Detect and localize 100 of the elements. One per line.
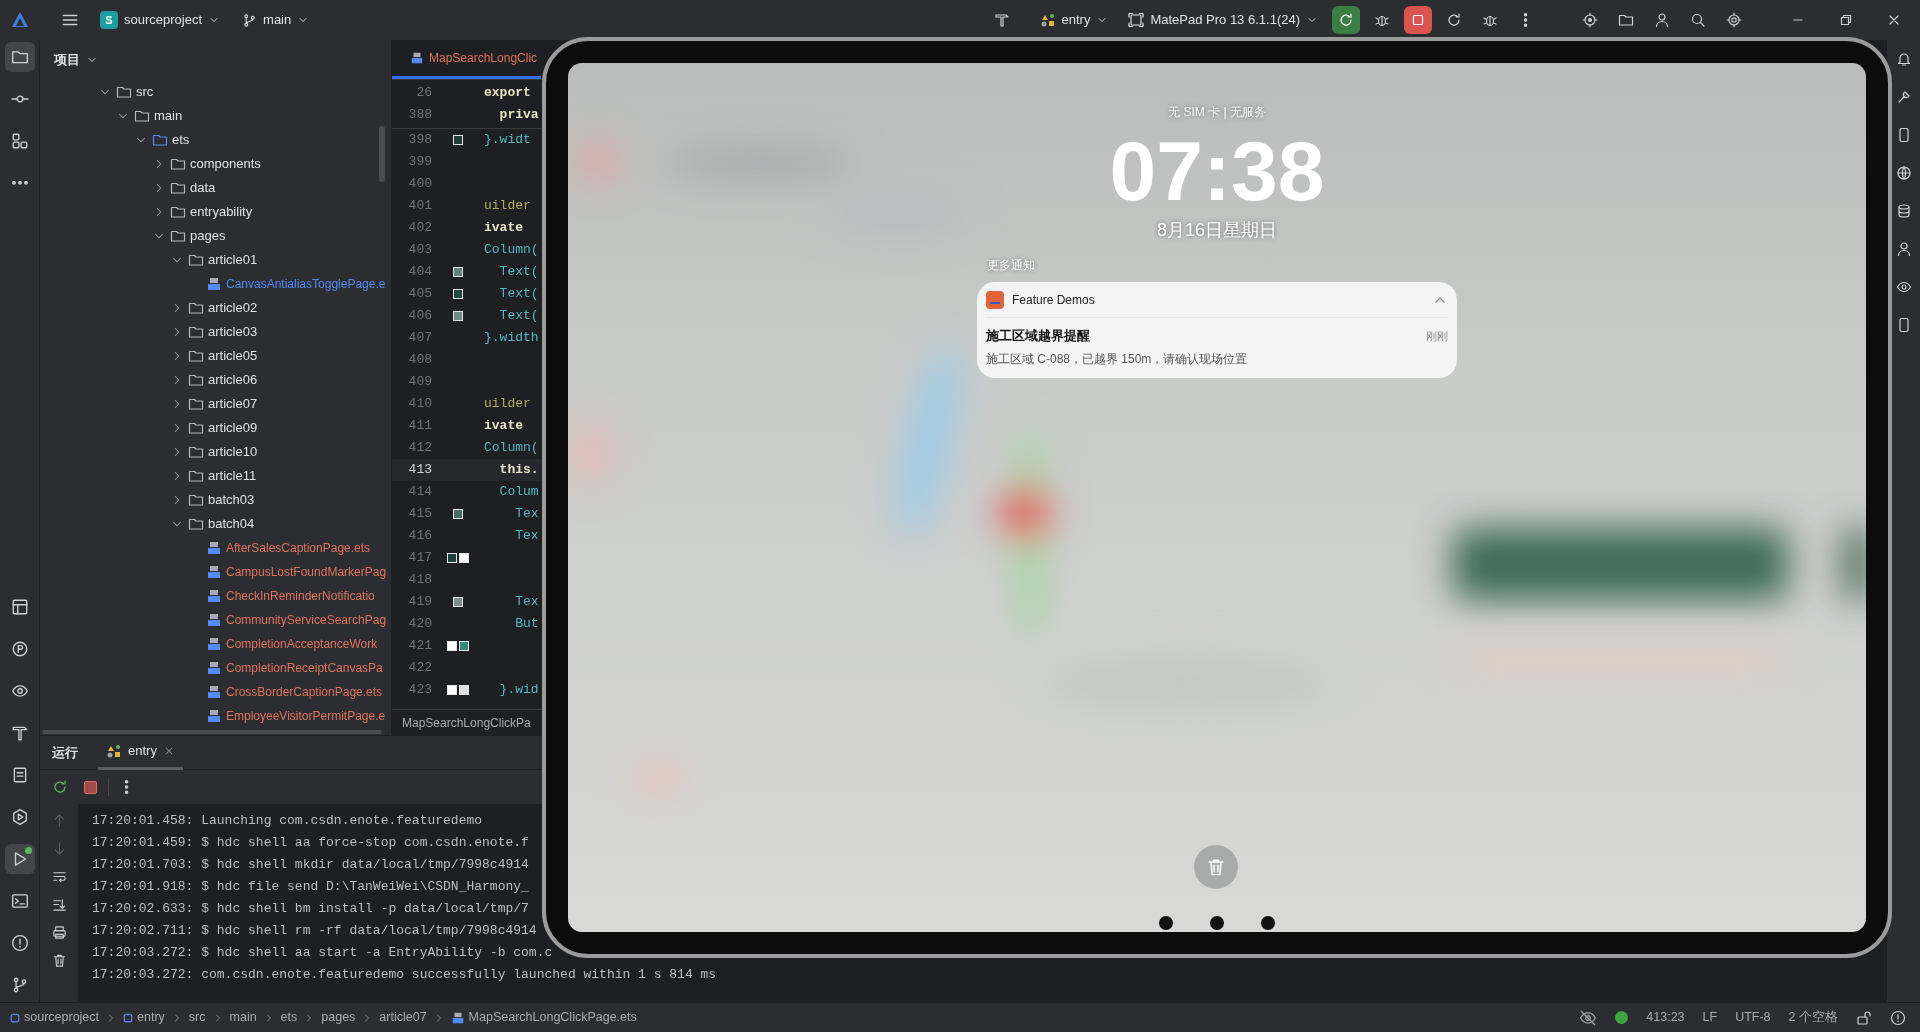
person-icon[interactable] bbox=[1895, 241, 1912, 257]
code-line: export bbox=[484, 84, 531, 103]
project-view-dropdown[interactable]: 项目 bbox=[54, 50, 98, 70]
breadcrumb-item[interactable]: article07 bbox=[379, 1008, 427, 1027]
more-icon[interactable] bbox=[125, 779, 129, 795]
database-icon[interactable] bbox=[1895, 203, 1912, 219]
eye-icon[interactable] bbox=[1895, 279, 1912, 295]
scrollbar[interactable] bbox=[379, 126, 385, 182]
more-icon[interactable] bbox=[1524, 12, 1528, 28]
tree-item[interactable]: pages bbox=[40, 224, 391, 248]
breadcrumb-item[interactable]: MapSearchLongClickPa bbox=[402, 713, 531, 732]
line-number: 413 bbox=[407, 461, 432, 480]
project-dropdown[interactable]: S sourceproject bbox=[94, 6, 227, 34]
tree-item[interactable]: main bbox=[40, 104, 391, 128]
project-badge: S bbox=[100, 11, 118, 29]
hammer-icon[interactable] bbox=[993, 12, 1010, 28]
console-line: 17:20:01.918: $ hdc file send D:\TanWeiWei\CSDN_Harmony_ bbox=[92, 878, 530, 896]
run-config-dropdown[interactable]: entry bbox=[1033, 6, 1115, 34]
trash-icon[interactable] bbox=[51, 952, 67, 968]
cursor-position[interactable]: 413:23 bbox=[1646, 1008, 1685, 1027]
entry-icon bbox=[106, 743, 122, 759]
editor-tab[interactable]: MapSearchLongClic bbox=[392, 39, 542, 79]
lock-icon[interactable] bbox=[1856, 1009, 1872, 1026]
line-ending[interactable]: LF bbox=[1702, 1008, 1718, 1027]
bell-icon[interactable] bbox=[1895, 51, 1912, 67]
tree-item[interactable]: CanvasAntialiasTogglePage.e bbox=[40, 272, 391, 296]
tree-item[interactable]: CampusLostFoundMarkerPag bbox=[40, 560, 391, 584]
lock-clock: 07:38 bbox=[1109, 129, 1325, 213]
tree-item[interactable]: CrossBorderCaptionPage.ets bbox=[40, 680, 391, 704]
tree-item[interactable]: article09 bbox=[40, 416, 391, 440]
breadcrumb-item[interactable]: main bbox=[229, 1008, 257, 1027]
tree-item[interactable]: CommunityServiceSearchPag bbox=[40, 608, 391, 632]
rerun-button[interactable] bbox=[1332, 6, 1360, 34]
search-icon[interactable] bbox=[1690, 12, 1706, 28]
stop-button[interactable] bbox=[1404, 6, 1432, 34]
tree-item[interactable]: data bbox=[40, 176, 391, 200]
tree-item[interactable]: article11 bbox=[40, 464, 391, 488]
line-number: 410 bbox=[407, 395, 432, 414]
tree-item[interactable]: article07 bbox=[40, 392, 391, 416]
branch-dropdown[interactable]: main bbox=[236, 6, 316, 34]
folder-icon bbox=[188, 468, 204, 484]
folder-icon bbox=[170, 204, 186, 220]
settings-icon[interactable] bbox=[1726, 12, 1742, 28]
tree-item[interactable]: article05 bbox=[40, 344, 391, 368]
code-line: Tex bbox=[514, 505, 539, 524]
breadcrumb-item[interactable]: MapSearchLongClickPage.ets bbox=[450, 1008, 637, 1027]
line-number: 412 bbox=[407, 439, 432, 458]
file-encoding[interactable]: UTF-8 bbox=[1735, 1008, 1771, 1027]
tree-item[interactable]: article03 bbox=[40, 320, 391, 344]
target-icon[interactable] bbox=[1582, 12, 1598, 28]
code-line: But bbox=[514, 615, 539, 634]
line-number: 409 bbox=[407, 373, 432, 392]
indent-setting[interactable]: 2 个空格 bbox=[1788, 1008, 1838, 1027]
stop-icon[interactable] bbox=[83, 780, 97, 794]
warning-icon bbox=[10, 934, 29, 952]
warning-icon[interactable] bbox=[1890, 1009, 1906, 1026]
globe-icon[interactable] bbox=[1895, 165, 1912, 181]
tree-item[interactable]: article02 bbox=[40, 296, 391, 320]
app-icon bbox=[986, 291, 1004, 309]
scroll-to-end-icon[interactable] bbox=[51, 896, 67, 912]
tree-item[interactable]: article01 bbox=[40, 248, 391, 272]
tree-item[interactable]: ets bbox=[40, 128, 391, 152]
line-number: 403 bbox=[407, 241, 432, 260]
tree-item[interactable]: batch04 bbox=[40, 512, 391, 536]
code-line: Text( bbox=[498, 307, 539, 326]
breadcrumb-item[interactable]: entry bbox=[123, 1008, 165, 1027]
tree-item[interactable]: article06 bbox=[40, 368, 391, 392]
eye-off-icon[interactable] bbox=[1579, 1008, 1598, 1027]
notification-card[interactable]: Feature Demos 施工区域越界提醒 刚刚 施工区域 C-088，已越界 150m，请确认现场位置 bbox=[977, 282, 1457, 378]
rerun-icon[interactable] bbox=[1446, 12, 1462, 28]
tree-item[interactable]: article10 bbox=[40, 440, 391, 464]
tree-item[interactable]: components bbox=[40, 152, 391, 176]
breadcrumb-item[interactable]: ets bbox=[280, 1008, 298, 1027]
folder-icon bbox=[116, 84, 132, 100]
tree-item[interactable]: CompletionAcceptanceWork bbox=[40, 632, 391, 656]
run-tab[interactable]: entry bbox=[98, 735, 183, 770]
scrollbar[interactable] bbox=[42, 730, 382, 734]
restore-icon[interactable] bbox=[1838, 12, 1854, 28]
tree-item[interactable]: src bbox=[40, 80, 391, 104]
tree-item[interactable]: CompletionReceiptCanvasPa bbox=[40, 656, 391, 680]
folder-icon bbox=[188, 516, 204, 532]
rerun-icon[interactable] bbox=[52, 779, 68, 795]
tree-item[interactable]: entryability bbox=[40, 200, 391, 224]
tree-item[interactable]: AfterSalesCaptionPage.ets bbox=[40, 536, 391, 560]
printer-icon[interactable] bbox=[51, 924, 67, 940]
tree-item[interactable]: batch03 bbox=[40, 488, 391, 512]
breadcrumb-item[interactable]: src bbox=[188, 1008, 206, 1027]
person-icon[interactable] bbox=[1654, 12, 1670, 28]
console-line: 17:20:02.711: $ hdc shell rm -rf data/local/tmp/7998c4914 bbox=[92, 922, 538, 940]
project-tool-button[interactable] bbox=[4, 42, 35, 72]
file-icon bbox=[206, 684, 222, 700]
folder-icon[interactable] bbox=[1618, 12, 1634, 28]
tree-item[interactable]: CheckInReminderNotificatio bbox=[40, 584, 391, 608]
breadcrumb-item[interactable]: pages bbox=[321, 1008, 356, 1027]
console-line: 17:20:01.459: $ hdc shell aa force-stop com.csdn.enote.f bbox=[92, 834, 530, 852]
tree-item[interactable]: EmployeeVisitorPermitPage.e bbox=[40, 704, 391, 728]
line-number: 418 bbox=[407, 571, 432, 590]
device-dropdown[interactable]: MatePad Pro 13 6.1.1(24) bbox=[1122, 6, 1324, 34]
breadcrumb-item[interactable]: sourceproject bbox=[10, 1008, 100, 1027]
run-tool-button[interactable] bbox=[4, 844, 35, 874]
